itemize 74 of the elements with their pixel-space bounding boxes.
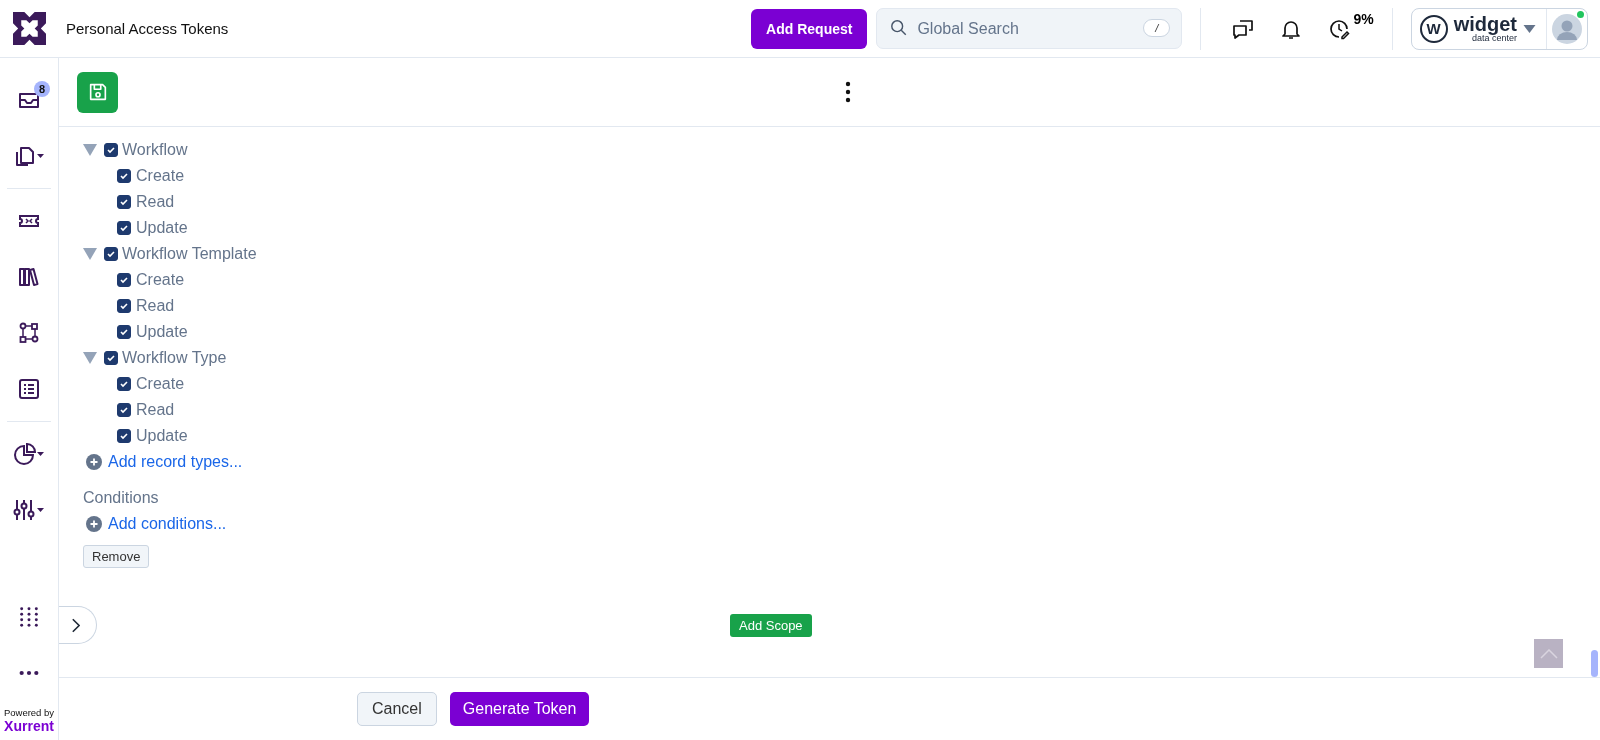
permission-label: Update (136, 323, 188, 341)
kebab-menu-icon[interactable] (845, 81, 851, 103)
check-icon (119, 301, 129, 311)
permission-label: Read (136, 297, 175, 315)
record-type-label: Workflow (122, 141, 188, 159)
check-icon (119, 197, 129, 207)
checkbox[interactable] (104, 247, 118, 261)
progress-percent: 9% (1353, 10, 1374, 27)
plus-circle-icon (86, 454, 102, 470)
sliders-icon[interactable] (13, 498, 45, 522)
checkbox[interactable] (117, 403, 131, 417)
account-subtitle: data center (1471, 34, 1517, 43)
check-icon (119, 171, 129, 181)
check-icon (106, 145, 116, 155)
record-type-label: Workflow Template (122, 245, 257, 263)
check-icon (119, 431, 129, 441)
books-icon[interactable] (17, 265, 41, 289)
avatar (1552, 13, 1582, 44)
account-switcher[interactable]: W widget data center (1410, 7, 1588, 50)
expanded-triangle-icon[interactable] (83, 352, 97, 364)
check-icon (119, 379, 129, 389)
apps-grid-icon[interactable] (18, 606, 40, 628)
caret-icon (1523, 24, 1536, 33)
search-icon (890, 19, 909, 37)
checkbox[interactable] (117, 169, 131, 183)
checkbox[interactable] (104, 351, 118, 365)
widget-logo: W (1419, 14, 1448, 43)
page-title: Personal Access Tokens (66, 20, 229, 37)
permission-label: Update (136, 427, 188, 445)
check-icon (106, 353, 116, 363)
list-icon[interactable] (17, 377, 41, 401)
check-icon (119, 223, 129, 233)
checkbox[interactable] (117, 429, 131, 443)
cancel-button[interactable]: Cancel (357, 692, 437, 726)
checkbox[interactable] (104, 143, 118, 157)
app-logo-icon[interactable] (13, 12, 46, 45)
checkbox[interactable] (117, 221, 131, 235)
checkbox[interactable] (117, 299, 131, 313)
check-icon (119, 275, 129, 285)
powered-by-label: Powered by (3, 707, 55, 718)
chevron-up-icon (1539, 648, 1558, 659)
add-record-types-link[interactable]: Add record types... (108, 453, 243, 471)
account-name: widget (1453, 14, 1517, 34)
permission-label: Read (136, 193, 175, 211)
check-icon (106, 249, 116, 259)
chevron-right-icon (71, 617, 80, 633)
pie-chart-icon[interactable] (13, 442, 45, 466)
expanded-triangle-icon[interactable] (83, 248, 97, 260)
brand-name: Xurrent (4, 718, 54, 734)
inbox-count-badge: 8 (34, 81, 50, 97)
save-button[interactable] (77, 71, 118, 113)
record-type-label: Workflow Type (122, 349, 227, 367)
checkbox[interactable] (117, 195, 131, 209)
expanded-triangle-icon[interactable] (83, 144, 97, 156)
checkbox[interactable] (117, 273, 131, 287)
permission-label: Create (136, 271, 185, 289)
more-icon[interactable] (18, 669, 40, 677)
permission-label: Update (136, 219, 188, 237)
check-icon (119, 327, 129, 337)
permission-label: Create (136, 375, 185, 393)
permission-label: Read (136, 401, 175, 419)
scrollbar-thumb[interactable] (1591, 650, 1598, 677)
copy-icon[interactable] (13, 144, 45, 168)
workflow-icon[interactable] (17, 321, 41, 345)
conditions-label: Conditions (83, 488, 160, 508)
remove-button[interactable]: Remove (83, 545, 150, 568)
permission-label: Create (136, 167, 185, 185)
check-icon (119, 405, 129, 415)
checkbox[interactable] (117, 377, 131, 391)
plus-circle-icon (86, 516, 102, 532)
add-request-button[interactable]: Add Request (751, 8, 868, 49)
checkbox[interactable] (117, 325, 131, 339)
generate-token-button[interactable]: Generate Token (449, 692, 590, 726)
add-conditions-link[interactable]: Add conditions... (108, 515, 227, 533)
